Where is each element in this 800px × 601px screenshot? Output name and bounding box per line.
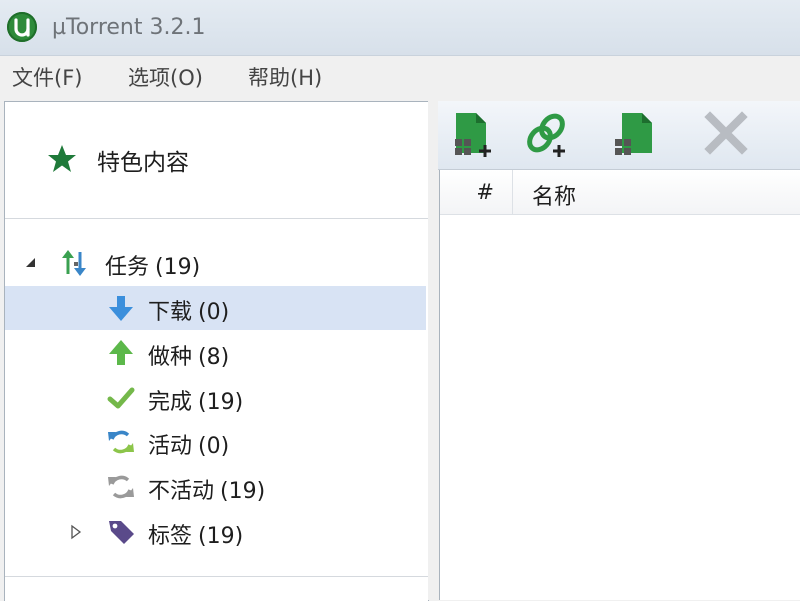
divider (5, 576, 428, 577)
tag-icon (109, 521, 134, 544)
item-count: (8) (198, 345, 230, 370)
inactive-refresh-icon (108, 475, 134, 499)
add-torrent-from-url-icon (527, 113, 565, 157)
sidebar-item-tasks[interactable]: 任务 (19) (5, 241, 426, 285)
sidebar-item-label: 做种 (148, 345, 193, 370)
menu-file[interactable]: 文件(F) (12, 62, 82, 92)
create-torrent-icon (615, 113, 652, 155)
featured-label: 特色内容 (97, 150, 189, 176)
download-arrow-icon (109, 296, 133, 321)
panel-splitter[interactable] (428, 101, 438, 600)
item-count: (0) (198, 300, 230, 325)
upload-arrow-icon (109, 340, 133, 365)
star-icon (48, 145, 76, 172)
sidebar-item-completed[interactable]: 完成 (19) (5, 376, 426, 420)
item-count: (19) (220, 479, 266, 504)
menu-help[interactable]: 帮助(H) (248, 62, 322, 92)
sidebar-item-featured[interactable]: 特色内容 (45, 140, 365, 180)
sidebar-item-label: 下载 (148, 300, 193, 325)
item-count: (19) (155, 255, 201, 280)
toolbar (438, 101, 800, 170)
list-header: # 名称 (440, 170, 800, 215)
sidebar-item-seeding[interactable]: 做种 (8) (5, 331, 426, 375)
sidebar-item-label: 标签 (148, 524, 193, 549)
menu-bar: 文件(F) 选项(O) 帮助(H) (0, 56, 800, 98)
checkmark-icon (107, 387, 135, 409)
sidebar-item-downloading[interactable]: 下载 (0) (5, 286, 426, 330)
item-count: (19) (198, 524, 244, 549)
utorrent-logo-icon (7, 12, 37, 42)
item-count: (0) (198, 434, 230, 459)
category-sidebar: 特色内容 任务 (19) 下载 (0) 做种 (8) 完成 (19) 活动 (0… (4, 101, 429, 601)
column-header-number[interactable]: # (440, 170, 513, 214)
caret-collapsed-icon[interactable] (69, 524, 83, 540)
add-torrent-icon (455, 113, 491, 157)
sidebar-item-label: 完成 (148, 390, 193, 415)
column-header-name[interactable]: 名称 (532, 179, 576, 211)
sidebar-item-inactive[interactable]: 不活动 (19) (5, 465, 426, 509)
remove-torrent-icon (704, 111, 748, 155)
create-torrent-button[interactable] (610, 109, 660, 161)
active-refresh-icon (108, 430, 134, 454)
sidebar-item-label: 活动 (148, 434, 193, 459)
title-bar: µTorrent 3.2.1 (0, 0, 800, 56)
divider (5, 218, 428, 219)
sidebar-item-active[interactable]: 活动 (0) (5, 420, 426, 464)
torrent-list[interactable]: # 名称 (439, 170, 800, 600)
add-torrent-button[interactable] (448, 109, 498, 161)
caret-expanded-icon[interactable] (23, 255, 37, 269)
remove-torrent-button[interactable] (702, 109, 752, 161)
sidebar-item-label: 不活动 (148, 479, 215, 504)
up-down-arrows-icon (62, 250, 86, 276)
sidebar-item-labels[interactable]: 标签 (19) (5, 510, 426, 554)
item-count: (19) (198, 390, 244, 415)
menu-options[interactable]: 选项(O) (128, 62, 203, 92)
window-title: µTorrent 3.2.1 (52, 15, 206, 40)
add-torrent-url-button[interactable] (522, 109, 572, 161)
sidebar-item-label: 任务 (105, 255, 150, 280)
